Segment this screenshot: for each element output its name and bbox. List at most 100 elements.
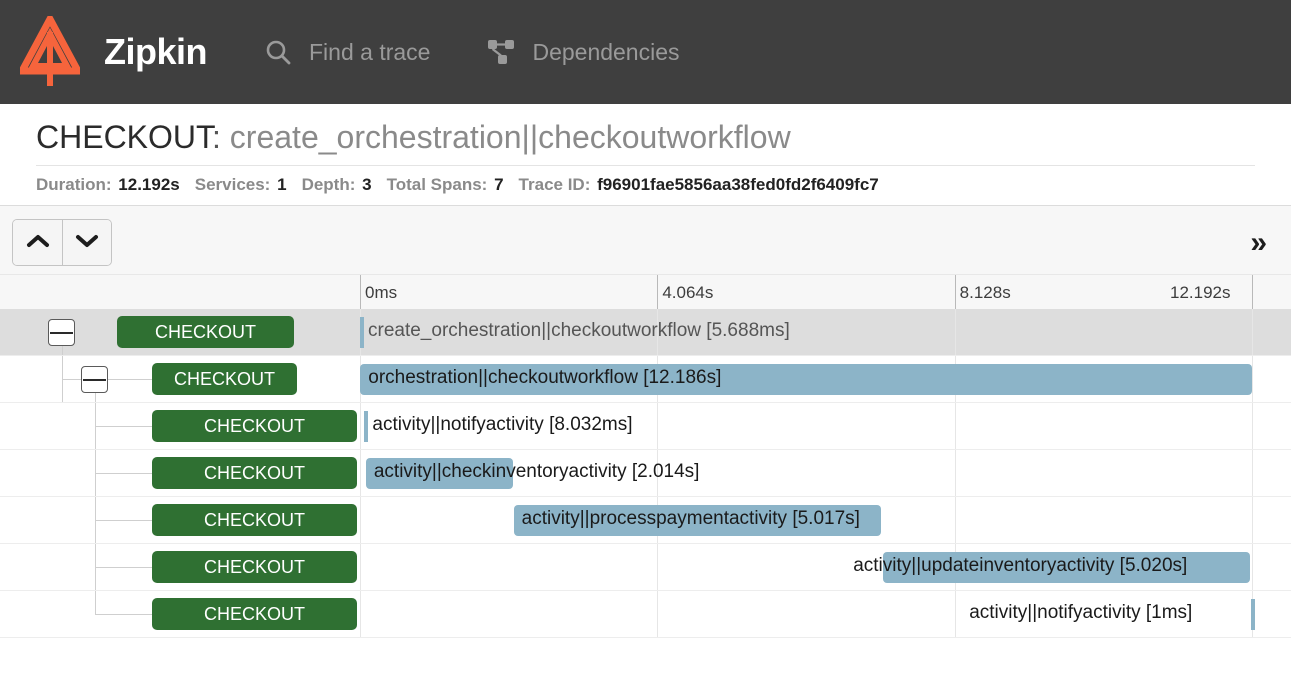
dependencies-icon (486, 37, 516, 67)
span-timeline-cell: activity||notifyactivity [1ms] (360, 591, 1291, 638)
span-expand-toggle[interactable] (81, 366, 108, 394)
span-rows: CHECKOUT create_orchestration||checkoutwo… (0, 309, 1291, 639)
trace-toolbar: » (0, 211, 1291, 276)
timeline-gridline (954, 309, 956, 356)
trace-service-name: CHECKOUT (36, 119, 213, 155)
page-title: CHECKOUT: create_orchestration||checkout… (36, 116, 1291, 159)
service-name-badge[interactable]: CHECKOUT (152, 363, 297, 396)
meta-services-value: 1 (277, 175, 287, 195)
span-row[interactable]: CHECKOUT orchestration||checkoutworkflow … (0, 356, 1291, 404)
span-label: create_orchestration||checkoutworkflow [… (368, 320, 790, 342)
tree-horizontal-line (95, 614, 152, 616)
expand-all-button[interactable] (62, 220, 111, 266)
span-duration-bar[interactable] (364, 411, 369, 443)
tree-horizontal-line (95, 426, 152, 428)
collapse-expand-button-group (12, 219, 112, 267)
meta-duration-key: Duration: (36, 175, 112, 195)
axis-tick-label: 12.192s (1170, 283, 1231, 303)
zipkin-logo-icon[interactable] (18, 15, 82, 89)
meta-trace-id-value: f96901fae5856aa38fed0fd2f6409fc7 (597, 175, 879, 195)
axis-tick-line (954, 275, 956, 310)
search-icon (263, 37, 293, 67)
span-tree-cell: CHECKOUT (0, 497, 360, 544)
meta-duration: Duration: 12.192s (36, 175, 180, 195)
span-row[interactable]: CHECKOUT activity||checkinventoryactivity… (0, 450, 1291, 498)
service-name-badge[interactable]: CHECKOUT (152, 410, 357, 443)
span-expand-toggle[interactable] (48, 319, 75, 347)
span-duration-bar[interactable] (1251, 599, 1256, 631)
span-timeline-cell: activity||processpaymentactivity [5.017s… (360, 497, 1291, 544)
span-duration-bar[interactable] (513, 505, 881, 537)
meta-services: Services: 1 (195, 175, 287, 195)
span-tree-cell: CHECKOUT (0, 591, 360, 637)
chevron-up-icon (26, 233, 50, 252)
meta-trace-id-key: Trace ID: (518, 175, 591, 195)
service-name-badge[interactable]: CHECKOUT (152, 457, 357, 490)
span-timeline-cell: create_orchestration||checkoutworkflow [… (360, 309, 1291, 356)
axis-tick-line (1252, 275, 1253, 310)
span-tree-cell: CHECKOUT (0, 309, 360, 356)
axis-tick-label: 8.128s (959, 283, 1011, 303)
trace-meta: Duration: 12.192s Services: 1 Depth: 3 T… (36, 166, 1291, 205)
axis-tick-line (360, 275, 361, 310)
span-tree-cell: CHECKOUT (0, 356, 360, 403)
meta-duration-value: 12.192s (118, 175, 180, 195)
show-all-panel-button[interactable]: » (1244, 227, 1273, 258)
span-tree-cell: CHECKOUT (0, 544, 360, 591)
span-duration-bar[interactable] (365, 458, 514, 490)
zipkin-logo-svg (20, 16, 80, 86)
brand-title: Zipkin (104, 31, 208, 72)
service-name-badge[interactable]: CHECKOUT (152, 504, 357, 537)
tree-horizontal-line (95, 567, 152, 569)
timeline-axis: 0ms 4.064s 8.128s 12.192s (0, 275, 1291, 310)
timeline-gridline (1252, 497, 1253, 544)
span-timeline-cell: activity||notifyactivity [8.032ms] (360, 403, 1291, 450)
axis-tick-line (657, 275, 659, 310)
timeline-gridline (954, 450, 956, 497)
span-row[interactable]: CHECKOUT activity||processpaymentactivity… (0, 497, 1291, 545)
service-name-badge[interactable]: CHECKOUT (117, 316, 294, 349)
trace-operation-name: create_orchestration||checkoutworkflow (229, 119, 791, 155)
nav-dependencies[interactable]: Dependencies (486, 37, 680, 67)
nav-find-a-trace[interactable]: Find a trace (263, 37, 430, 67)
span-duration-bar[interactable] (883, 552, 1251, 584)
tree-horizontal-line (95, 520, 152, 522)
span-tree-cell: CHECKOUT (0, 450, 360, 497)
meta-total-spans-key: Total Spans: (386, 175, 488, 195)
service-name-badge[interactable]: CHECKOUT (152, 598, 357, 631)
tree-vertical-line (62, 346, 63, 356)
title-separator: : (212, 119, 230, 155)
timeline-gridline (360, 591, 361, 638)
timeline-gridline (657, 403, 659, 450)
timeline-gridline (1252, 450, 1253, 497)
chevron-down-icon (75, 233, 99, 252)
span-row[interactable]: CHECKOUT activity||notifyactivity [8.032m… (0, 403, 1291, 451)
meta-depth-value: 3 (362, 175, 372, 195)
span-duration-bar[interactable] (360, 317, 364, 349)
timeline-gridline (360, 497, 361, 544)
navbar: Zipkin Find a trace Dependencies (0, 0, 1291, 104)
span-tree-cell: CHECKOUT (0, 403, 360, 450)
timeline-gridline (657, 450, 659, 497)
timeline-gridline (360, 403, 361, 450)
timeline-gridline (954, 403, 956, 450)
service-name-badge[interactable]: CHECKOUT (152, 551, 357, 584)
nav-dependencies-label: Dependencies (532, 38, 680, 65)
timeline-gridline (1252, 356, 1253, 403)
meta-trace-id: Trace ID: f96901fae5856aa38fed0fd2f6409f… (519, 175, 879, 195)
timeline-gridline (657, 544, 659, 591)
timeline-gridline (657, 309, 659, 356)
span-row[interactable]: CHECKOUT activity||updateinventoryactivit… (0, 544, 1291, 592)
tree-horizontal-line (95, 473, 152, 475)
timeline-gridline (360, 450, 361, 497)
span-label: activity||notifyactivity [8.032ms] (372, 414, 633, 436)
span-duration-bar[interactable] (360, 364, 1252, 396)
timeline-gridline (954, 497, 956, 544)
trace-header: CHECKOUT: create_orchestration||checkout… (0, 104, 1291, 206)
span-row[interactable]: CHECKOUT create_orchestration||checkoutwo… (0, 309, 1291, 357)
meta-total-spans-value: 7 (494, 175, 504, 195)
span-row[interactable]: CHECKOUT activity||notifyactivity [1ms] (0, 591, 1291, 639)
collapse-all-button[interactable] (13, 220, 62, 266)
meta-services-key: Services: (194, 175, 271, 195)
nav-find-a-trace-label: Find a trace (309, 38, 431, 65)
